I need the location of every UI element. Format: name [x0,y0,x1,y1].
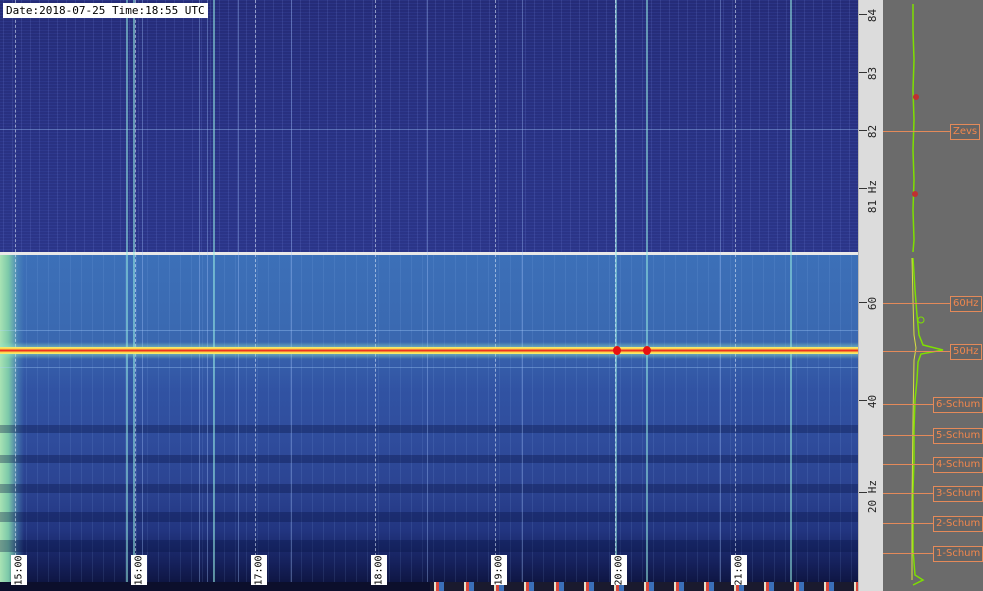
time-label-1800: 18:00 [371,555,387,585]
powerline-spike [643,346,651,355]
interference-line [199,0,200,591]
schumann-band [0,512,858,522]
time-label-1700: 17:00 [251,555,267,585]
schumann-band [0,455,858,463]
schumann-band [0,425,858,433]
date-time-label: Date:2018-07-25 Time:18:55 UTC [3,3,208,18]
marker-label-4-schum: 4-Schum [933,457,983,473]
axis-label-60: 60 [866,296,880,310]
profile-dot [913,94,919,100]
interference-line [126,0,128,591]
hour-gridline [615,0,616,591]
marker-line-zevs [883,131,950,132]
axis-label-83: 83 [866,66,880,80]
marker-line-2-schum [883,523,933,524]
hour-gridline [495,0,496,591]
interference-line [720,0,721,591]
bottom-signal-strip [0,582,858,591]
marker-line-50hz [883,351,950,352]
marker-label-60hz: 60Hz [950,296,982,312]
time-label-1900: 19:00 [491,555,507,585]
time-label-2100: 21:00 [731,555,747,585]
marker-line-5-schum [883,435,933,436]
interference-line [790,0,792,591]
marker-label-1-schum: 1-Schum [933,546,983,562]
powerline-50hz-trace [0,347,858,354]
powerline-spike [613,346,621,355]
spectrogram-viewer: Date:2018-07-25 Time:18:55 UTC 15:00 16:… [0,0,983,591]
schumann-band [0,484,858,493]
axis-label-82: 82 [866,124,880,138]
interference-line [646,0,648,591]
marker-label-2-schum: 2-Schum [933,516,983,532]
marker-line-60hz [883,303,950,304]
profile-trace-top [912,4,915,253]
marker-line-6-schum [883,404,933,405]
marker-line-1-schum [883,553,933,554]
axis-label-84: 84 [866,8,880,22]
hour-gridline [375,0,376,591]
profile-dot [912,191,918,197]
marker-label-50hz: 50Hz [950,344,982,360]
interference-line [142,0,143,591]
profile-dot [917,316,925,324]
interference-line [291,0,292,591]
interference-line [238,0,239,591]
hour-gridline [735,0,736,591]
marker-label-zevs: Zevs [950,124,981,140]
marker-label-3-schum: 3-Schum [933,486,983,502]
profile-trace-bottom [912,257,944,586]
hour-gridline [255,0,256,591]
interference-line [522,0,523,591]
time-label-1500: 15:00 [11,555,27,585]
freq-gridline [0,330,858,331]
axis-label-81: 81 Hz [866,179,880,213]
spectrogram-top-panel [0,0,858,252]
interference-line [213,0,215,591]
marker-line-4-schum [883,464,933,465]
hour-gridline [15,0,16,591]
axis-label-20: 20 Hz [866,479,880,513]
schumann-band [0,540,858,552]
hour-gridline [135,0,136,591]
marker-label-6-schum: 6-Schum [933,397,983,413]
marker-line-3-schum [883,493,933,494]
time-label-2000: 20:00 [611,555,627,585]
interference-line [207,0,208,591]
interference-line [427,0,428,591]
freq-gridline [0,367,858,368]
frequency-axis: 84 83 82 81 Hz 60 40 20 Hz [858,0,884,591]
axis-label-40: 40 [866,394,880,408]
time-label-1600: 16:00 [131,555,147,585]
freq-gridline [0,129,858,130]
marker-label-5-schum: 5-Schum [933,428,983,444]
